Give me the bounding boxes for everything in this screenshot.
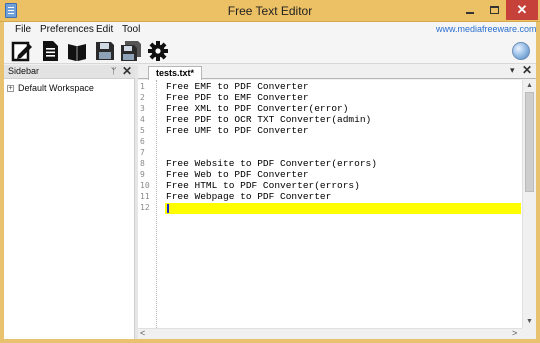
tab-close-icon[interactable]: ✕ (522, 63, 532, 77)
menu-bar: File Preferences Edit Tool www.mediafree… (4, 22, 537, 38)
minimize-button[interactable] (458, 0, 482, 20)
line-number: 1 (140, 82, 145, 91)
menu-file[interactable]: File (15, 24, 31, 35)
line-number: 9 (140, 170, 145, 179)
tree-item-label: Default Workspace (18, 83, 94, 93)
tree-item-default-workspace[interactable]: + Default Workspace (7, 82, 94, 94)
new-document-pencil-icon (11, 41, 32, 62)
menu-edit[interactable]: Edit (96, 24, 113, 35)
save-all-floppy-icon (121, 41, 141, 61)
text-line[interactable]: Free EMF to PDF Converter (166, 81, 309, 92)
scroll-left-icon[interactable]: < (140, 328, 145, 338)
close-button[interactable]: ✕ (506, 0, 538, 20)
line-number: 2 (140, 93, 145, 102)
line-number: 4 (140, 115, 145, 124)
globe-icon[interactable] (512, 42, 530, 60)
minimize-icon (466, 12, 474, 14)
maximize-button[interactable] (482, 0, 506, 20)
horizontal-scrollbar[interactable]: < > (138, 328, 522, 339)
menu-tool[interactable]: Tool (122, 24, 140, 35)
tab-dropdown-icon[interactable]: ▾ (510, 65, 515, 76)
tab-strip: tests.txt* ▾ ✕ (138, 63, 536, 80)
text-editor[interactable]: 1 2 3 4 5 6 7 8 9 10 11 12 Free EMF to P… (138, 80, 536, 339)
close-icon: ✕ (516, 2, 528, 17)
website-link[interactable]: www.mediafreeware.com (436, 24, 537, 34)
gear-icon (148, 41, 168, 61)
scroll-right-icon[interactable]: > (512, 328, 517, 338)
scroll-up-icon[interactable]: ▲ (523, 80, 536, 92)
text-caret (167, 204, 169, 213)
vertical-scrollbar[interactable]: ▲ ▼ (522, 80, 536, 328)
editor-panel: tests.txt* ▾ ✕ 1 2 3 4 5 6 7 8 9 10 11 1… (138, 63, 536, 339)
text-line[interactable]: Free Web to PDF Converter (166, 169, 309, 180)
line-number: 7 (140, 148, 145, 157)
line-number: 8 (140, 159, 145, 168)
line-number: 3 (140, 104, 145, 113)
text-line[interactable]: Free HTML to PDF Converter(errors) (166, 180, 360, 191)
current-line-highlight (165, 203, 521, 214)
text-line[interactable]: Free Webpage to PDF Converter (166, 191, 331, 202)
expand-icon[interactable]: + (7, 84, 14, 92)
save-all-button[interactable] (119, 39, 143, 63)
maximize-icon (489, 6, 499, 14)
text-line[interactable]: Free PDF to OCR TXT Converter(admin) (166, 114, 371, 125)
line-number: 11 (140, 192, 150, 201)
pin-icon[interactable]: ᛘ (111, 66, 116, 76)
text-line[interactable]: Free PDF to EMF Converter (166, 92, 309, 103)
line-number: 10 (140, 181, 150, 190)
line-number: 5 (140, 126, 145, 135)
text-line[interactable]: Free Website to PDF Converter(errors) (166, 158, 377, 169)
sidebar-title: Sidebar (8, 66, 40, 76)
scroll-down-icon[interactable]: ▼ (523, 316, 536, 328)
menu-preferences[interactable]: Preferences (40, 24, 94, 35)
save-floppy-icon (96, 42, 114, 60)
line-number: 6 (140, 137, 145, 146)
line-number: 12 (140, 203, 150, 212)
sidebar: Sidebar ᛘ ✕ + Default Workspace (4, 64, 135, 339)
text-line[interactable]: Free UMF to PDF Converter (166, 125, 309, 136)
tab-tests-txt[interactable]: tests.txt* (148, 66, 203, 80)
scrollbar-corner (522, 328, 536, 339)
document-icon (43, 41, 58, 61)
save-button[interactable] (93, 39, 117, 63)
toolbar (4, 38, 536, 64)
settings-button[interactable] (146, 39, 170, 63)
document-button[interactable] (38, 39, 62, 63)
text-line[interactable]: Free XML to PDF Converter(error) (166, 103, 348, 114)
open-book-button[interactable] (65, 39, 89, 63)
title-bar: Free Text Editor ✕ (0, 0, 540, 22)
open-book-icon (68, 44, 86, 61)
sidebar-close-icon[interactable]: ✕ (122, 64, 132, 78)
new-document-button[interactable] (10, 39, 34, 63)
sidebar-header: Sidebar ᛘ ✕ (4, 64, 135, 79)
client-area: File Preferences Edit Tool www.mediafree… (4, 22, 537, 339)
vertical-scroll-thumb[interactable] (525, 92, 534, 192)
line-number-gutter: 1 2 3 4 5 6 7 8 9 10 11 12 (138, 80, 157, 328)
